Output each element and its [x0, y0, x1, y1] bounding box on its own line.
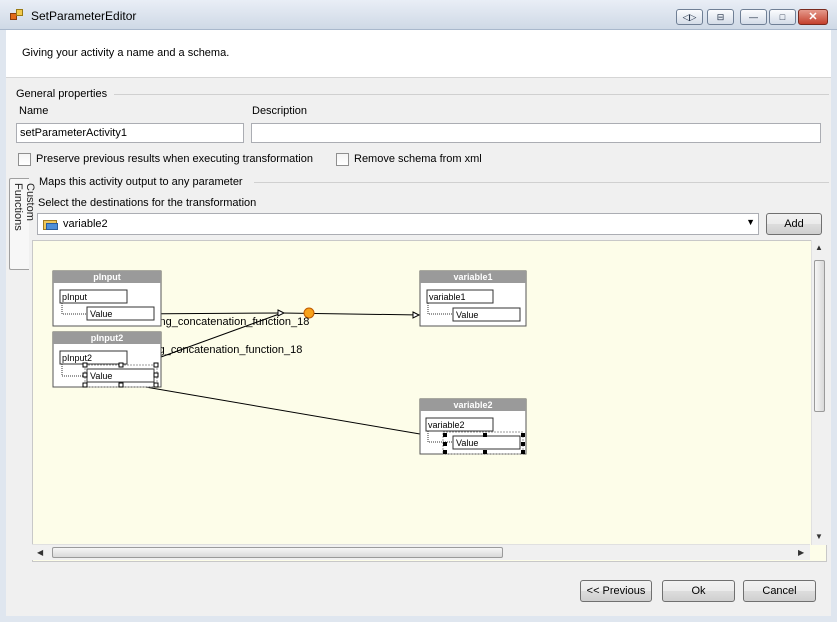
node-variable2[interactable]: variable2 variable2 Value [419, 398, 527, 455]
destination-value: variable2 [63, 218, 108, 230]
previous-button[interactable]: << Previous [580, 580, 652, 602]
group-divider [254, 182, 829, 183]
layout-icon[interactable]: ⊟ [707, 9, 734, 25]
cancel-button[interactable]: Cancel [743, 580, 816, 602]
node-title: pInput [93, 272, 121, 282]
node-pinput2[interactable]: pInput2 pInput2 Value [52, 331, 162, 388]
header-panel: Giving your activity a name and a schema… [6, 30, 831, 78]
destination-select[interactable]: variable2 ▼ [37, 213, 759, 235]
node-pinput[interactable]: pInput pInput Value [52, 270, 162, 327]
name-input[interactable]: setParameterActivity1 [16, 123, 244, 143]
maximize-button[interactable]: □ [769, 9, 796, 25]
node-child-label: Value [90, 371, 112, 381]
node-child-label: Value [90, 309, 112, 319]
function-label: String_concatenation_function_18 [143, 316, 309, 328]
scroll-right-icon[interactable]: ▶ [798, 548, 804, 557]
close-button[interactable]: ✕ [798, 9, 828, 25]
scroll-down-icon[interactable]: ▼ [815, 532, 823, 541]
ok-button[interactable]: Ok [662, 580, 735, 602]
node-root-label: pInput2 [62, 353, 92, 363]
node-root-label: variable1 [429, 292, 466, 302]
node-title: variable1 [453, 272, 492, 282]
arrowhead-icon [412, 311, 421, 319]
app-icon [10, 9, 24, 21]
node-variable1[interactable]: variable1 variable1 Value [419, 270, 527, 327]
vertical-scroll-thumb[interactable] [814, 260, 825, 412]
folder-icon [43, 218, 59, 230]
remove-schema-label: Remove schema from xml [354, 153, 482, 165]
mapping-canvas[interactable]: String_concatenation_function_18 String_… [32, 240, 827, 562]
vertical-scrollbar[interactable]: ▲ ▼ [811, 240, 827, 545]
nav-arrows-icon[interactable]: ◁▷ [676, 9, 703, 25]
group-divider [114, 94, 829, 95]
node-child-label: Value [456, 310, 478, 320]
dialog-body: Giving your activity a name and a schema… [6, 30, 831, 616]
minimize-button[interactable]: — [740, 9, 767, 25]
scroll-left-icon[interactable]: ◀ [37, 548, 43, 557]
node-root-label: pInput [62, 292, 88, 302]
tab-custom-functions[interactable]: Custom Functions [9, 178, 36, 270]
add-button[interactable]: Add [766, 213, 822, 235]
node-title: variable2 [453, 400, 492, 410]
general-properties-label: General properties [16, 88, 108, 100]
scroll-up-icon[interactable]: ▲ [815, 243, 823, 252]
node-title: pInput2 [91, 333, 124, 343]
name-label: Name [19, 105, 49, 117]
description-label: Description [252, 105, 308, 117]
title-bar: SetParameterEditor ◁▷ ⊟ — □ ✕ [0, 0, 837, 30]
preserve-results-checkbox[interactable] [18, 153, 31, 166]
connection-lines [127, 312, 421, 435]
mapping-group-label: Maps this activity output to any paramet… [39, 176, 243, 188]
window-title: SetParameterEditor [31, 9, 137, 23]
node-root-label: variable2 [428, 420, 465, 430]
chevron-down-icon[interactable]: ▼ [746, 217, 755, 227]
header-description: Giving your activity a name and a schema… [22, 47, 230, 59]
preserve-results-label: Preserve previous results when executing… [36, 153, 313, 165]
node-child-label: Value [456, 438, 478, 448]
remove-schema-checkbox[interactable] [336, 153, 349, 166]
destination-label: Select the destinations for the transfor… [38, 197, 257, 209]
horizontal-scroll-thumb[interactable] [52, 547, 503, 558]
horizontal-scrollbar[interactable]: ◀ ▶ [32, 544, 810, 560]
description-input[interactable] [251, 123, 821, 143]
